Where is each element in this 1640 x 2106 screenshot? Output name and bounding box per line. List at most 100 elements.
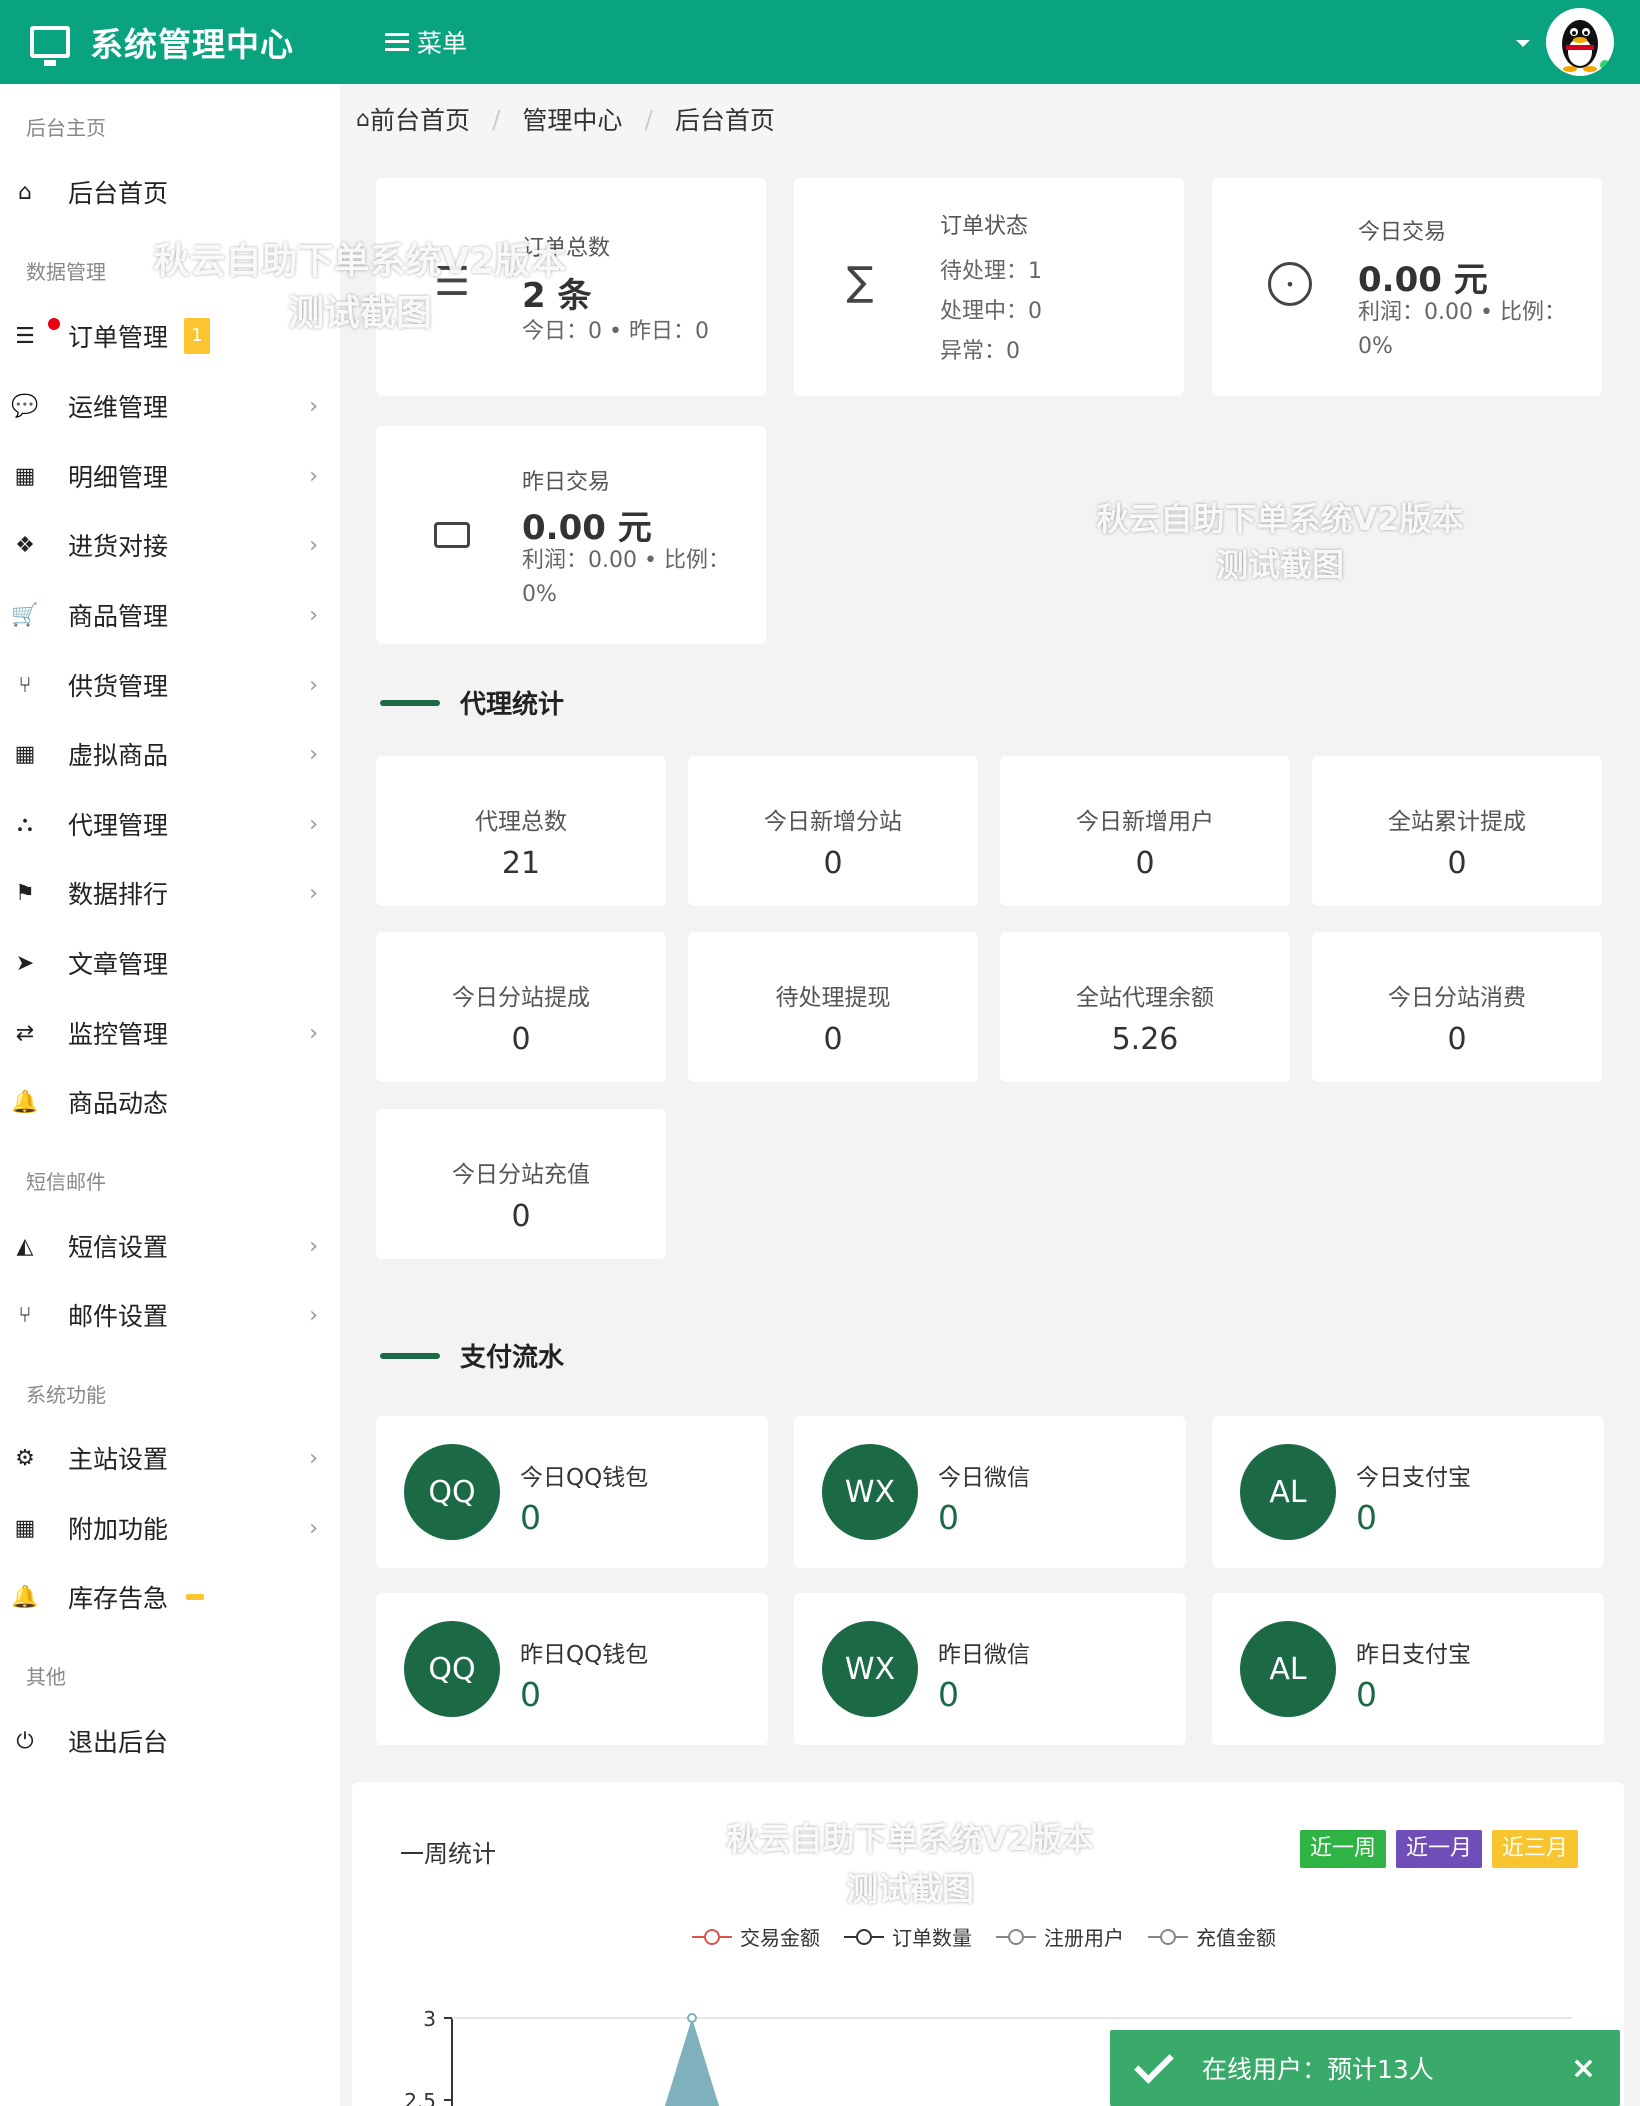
sidebar-item-label: 进货对接 <box>68 532 169 561</box>
online-users-toast: 在线用户：预计13人 × <box>1110 2030 1620 2106</box>
sidebar-item-label: 监控管理 <box>68 1020 169 1049</box>
agent-stat-value: 0 <box>511 1199 531 1234</box>
chevron-right-icon: › <box>309 393 318 419</box>
agent-stat-card: 待处理提现 0 <box>688 932 978 1082</box>
grid-icon: ▦ <box>14 741 36 767</box>
sidebar-item-stock-alert[interactable]: 🔔 库存告急 <box>0 1567 340 1627</box>
sidebar-item-agents[interactable]: ⛬ 代理管理 › <box>0 794 340 854</box>
menu-toggle-button[interactable]: 菜单 <box>385 24 467 60</box>
sidebar-item-label: 邮件设置 <box>68 1302 169 1331</box>
sidebar-item-label: 后台首页 <box>68 179 169 208</box>
payment-label: 今日支付宝 <box>1356 1465 1471 1491</box>
chevron-right-icon: › <box>309 741 318 767</box>
sidebar-item-label: 明细管理 <box>68 463 169 492</box>
gear-icon: ⚙ <box>15 1445 35 1471</box>
sidebar-item-product-news[interactable]: 🔔 商品动态 <box>0 1072 340 1132</box>
close-icon[interactable]: × <box>1571 2051 1596 2086</box>
sidebar-item-label: 商品动态 <box>68 1089 169 1118</box>
sidebar-group-header: 短信邮件 <box>26 1170 106 1194</box>
agent-stat-value: 0 <box>511 1022 531 1057</box>
sidebar-item-products[interactable]: 🛒 商品管理 › <box>0 585 340 645</box>
bars-icon: ☰ <box>434 259 470 305</box>
section-title-bar <box>380 699 440 706</box>
stat-value: 0.00 元 <box>522 508 652 548</box>
payment-label: 今日QQ钱包 <box>520 1465 649 1491</box>
bell-icon: 🔔 <box>11 1089 39 1115</box>
agent-stat-label: 今日分站提成 <box>452 985 590 1011</box>
payment-card: QQ 昨日QQ钱包 0 <box>376 1593 768 1745</box>
agent-stat-value: 5.26 <box>1111 1022 1179 1057</box>
sidebar-item-supply[interactable]: ⑂ 供货管理 › <box>0 655 340 715</box>
sidebar-item-logout[interactable]: ⏻ 退出后台 <box>0 1711 340 1771</box>
sitemap-icon: ⛬ <box>17 811 33 837</box>
cubes-icon: ❖ <box>15 532 35 558</box>
payment-method-icon: QQ <box>404 1444 500 1540</box>
sidebar-item-virtual[interactable]: ▦ 虚拟商品 › <box>0 724 340 784</box>
watermark: 秋云自助下单系统V2版本 测试截图 <box>1020 496 1540 588</box>
sidebar-item-site-settings[interactable]: ⚙ 主站设置 › <box>0 1428 340 1488</box>
stat-label: 今日交易 <box>1358 220 1447 245</box>
sidebar-item-sms[interactable]: ◭ 短信设置 › <box>0 1216 340 1276</box>
sidebar-item-orders[interactable]: ☰ 订单管理 1 <box>0 306 340 366</box>
section-title-text: 代理统计 <box>460 690 565 720</box>
sidebar-item-addons[interactable]: ▦ 附加功能 › <box>0 1498 340 1558</box>
data-point[interactable] <box>687 2013 697 2023</box>
monitor-icon <box>30 26 70 66</box>
chevron-down-icon[interactable] <box>1516 40 1530 47</box>
section-title-agents: 代理统计 <box>380 684 564 721</box>
chevron-right-icon: › <box>309 811 318 837</box>
chevron-right-icon: › <box>309 532 318 558</box>
chevron-right-icon: › <box>309 1515 318 1541</box>
sigma-icon: ∑ <box>846 259 874 305</box>
breadcrumb-item-admin[interactable]: 管理中心 <box>522 101 622 137</box>
agent-stat-label: 代理总数 <box>475 809 567 835</box>
sidebar-item-ranking[interactable]: ⚑ 数据排行 › <box>0 863 340 923</box>
payment-method-icon: AL <box>1240 1444 1336 1540</box>
payment-method-icon: AL <box>1240 1621 1336 1717</box>
order-status-card: ∑ 订单状态 待处理：1 处理中：0 异常：0 <box>794 178 1184 396</box>
payment-card: AL 今日支付宝 0 <box>1212 1416 1604 1568</box>
payment-method-icon: QQ <box>404 1621 500 1717</box>
sidebar-item-articles[interactable]: ➤ 文章管理 <box>0 933 340 993</box>
sidebar-item-email[interactable]: ⑂ 邮件设置 › <box>0 1285 340 1345</box>
payment-method-icon: WX <box>822 1444 918 1540</box>
sidebar-item-label: 供货管理 <box>68 672 169 701</box>
sidebar-item-home[interactable]: ⌂ 后台首页 <box>0 162 340 222</box>
menu-label: 菜单 <box>417 29 468 58</box>
toast-message: 在线用户：预计13人 <box>1202 2055 1434 2084</box>
stat-label: 昨日交易 <box>522 470 611 495</box>
sidebar-item-monitor[interactable]: ⇄ 监控管理 › <box>0 1003 340 1063</box>
y-tick-label: 3 <box>423 2007 436 2031</box>
sidebar-group-header: 系统功能 <box>26 1383 106 1407</box>
sidebar: 后台主页 ⌂ 后台首页 数据管理 ☰ 订单管理 1 💬 运维管理 › ▦ 明细管… <box>0 84 340 2106</box>
breadcrumb-item-frontpage[interactable]: 前台首页 <box>370 101 470 137</box>
payment-value: 0 <box>520 1675 541 1714</box>
breadcrumb-separator: / <box>644 104 653 134</box>
top-bar: 系统管理中心 菜单 <box>0 0 1640 84</box>
sidebar-item-purchase[interactable]: ❖ 进货对接 › <box>0 515 340 575</box>
section-title-payments: 支付流水 <box>380 1337 564 1374</box>
chevron-right-icon: › <box>309 463 318 489</box>
notification-dot <box>48 318 60 330</box>
breadcrumb-item-current: 后台首页 <box>674 106 775 135</box>
agent-stat-label: 今日分站消费 <box>1388 985 1526 1011</box>
sidebar-item-label: 退出后台 <box>68 1728 169 1757</box>
cart-icon: 🛒 <box>11 602 39 628</box>
target-icon: • <box>1268 262 1312 306</box>
order-total-card: ☰ 订单总数 2 条 今日：0 • 昨日：0 <box>376 178 766 396</box>
section-title-text: 支付流水 <box>460 1343 565 1373</box>
brand[interactable]: 系统管理中心 <box>30 18 294 66</box>
check-icon <box>1134 2044 1174 2084</box>
agent-stat-label: 全站代理余额 <box>1076 985 1214 1011</box>
status-error: 异常：0 <box>940 339 1020 364</box>
avatar[interactable] <box>1546 8 1614 76</box>
stat-sub: 今日：0 • 昨日：0 <box>522 319 709 344</box>
watermark-line: 秋云自助下单系统V2版本 <box>1096 500 1464 538</box>
agent-stat-value: 0 <box>823 846 843 881</box>
sidebar-group-header: 数据管理 <box>26 260 106 284</box>
sidebar-item-details[interactable]: ▦ 明细管理 › <box>0 446 340 506</box>
sidebar-item-ops[interactable]: 💬 运维管理 › <box>0 376 340 436</box>
stock-alert-badge <box>186 1594 205 1600</box>
chevron-right-icon: › <box>309 1020 318 1046</box>
payment-method-icon: WX <box>822 1621 918 1717</box>
